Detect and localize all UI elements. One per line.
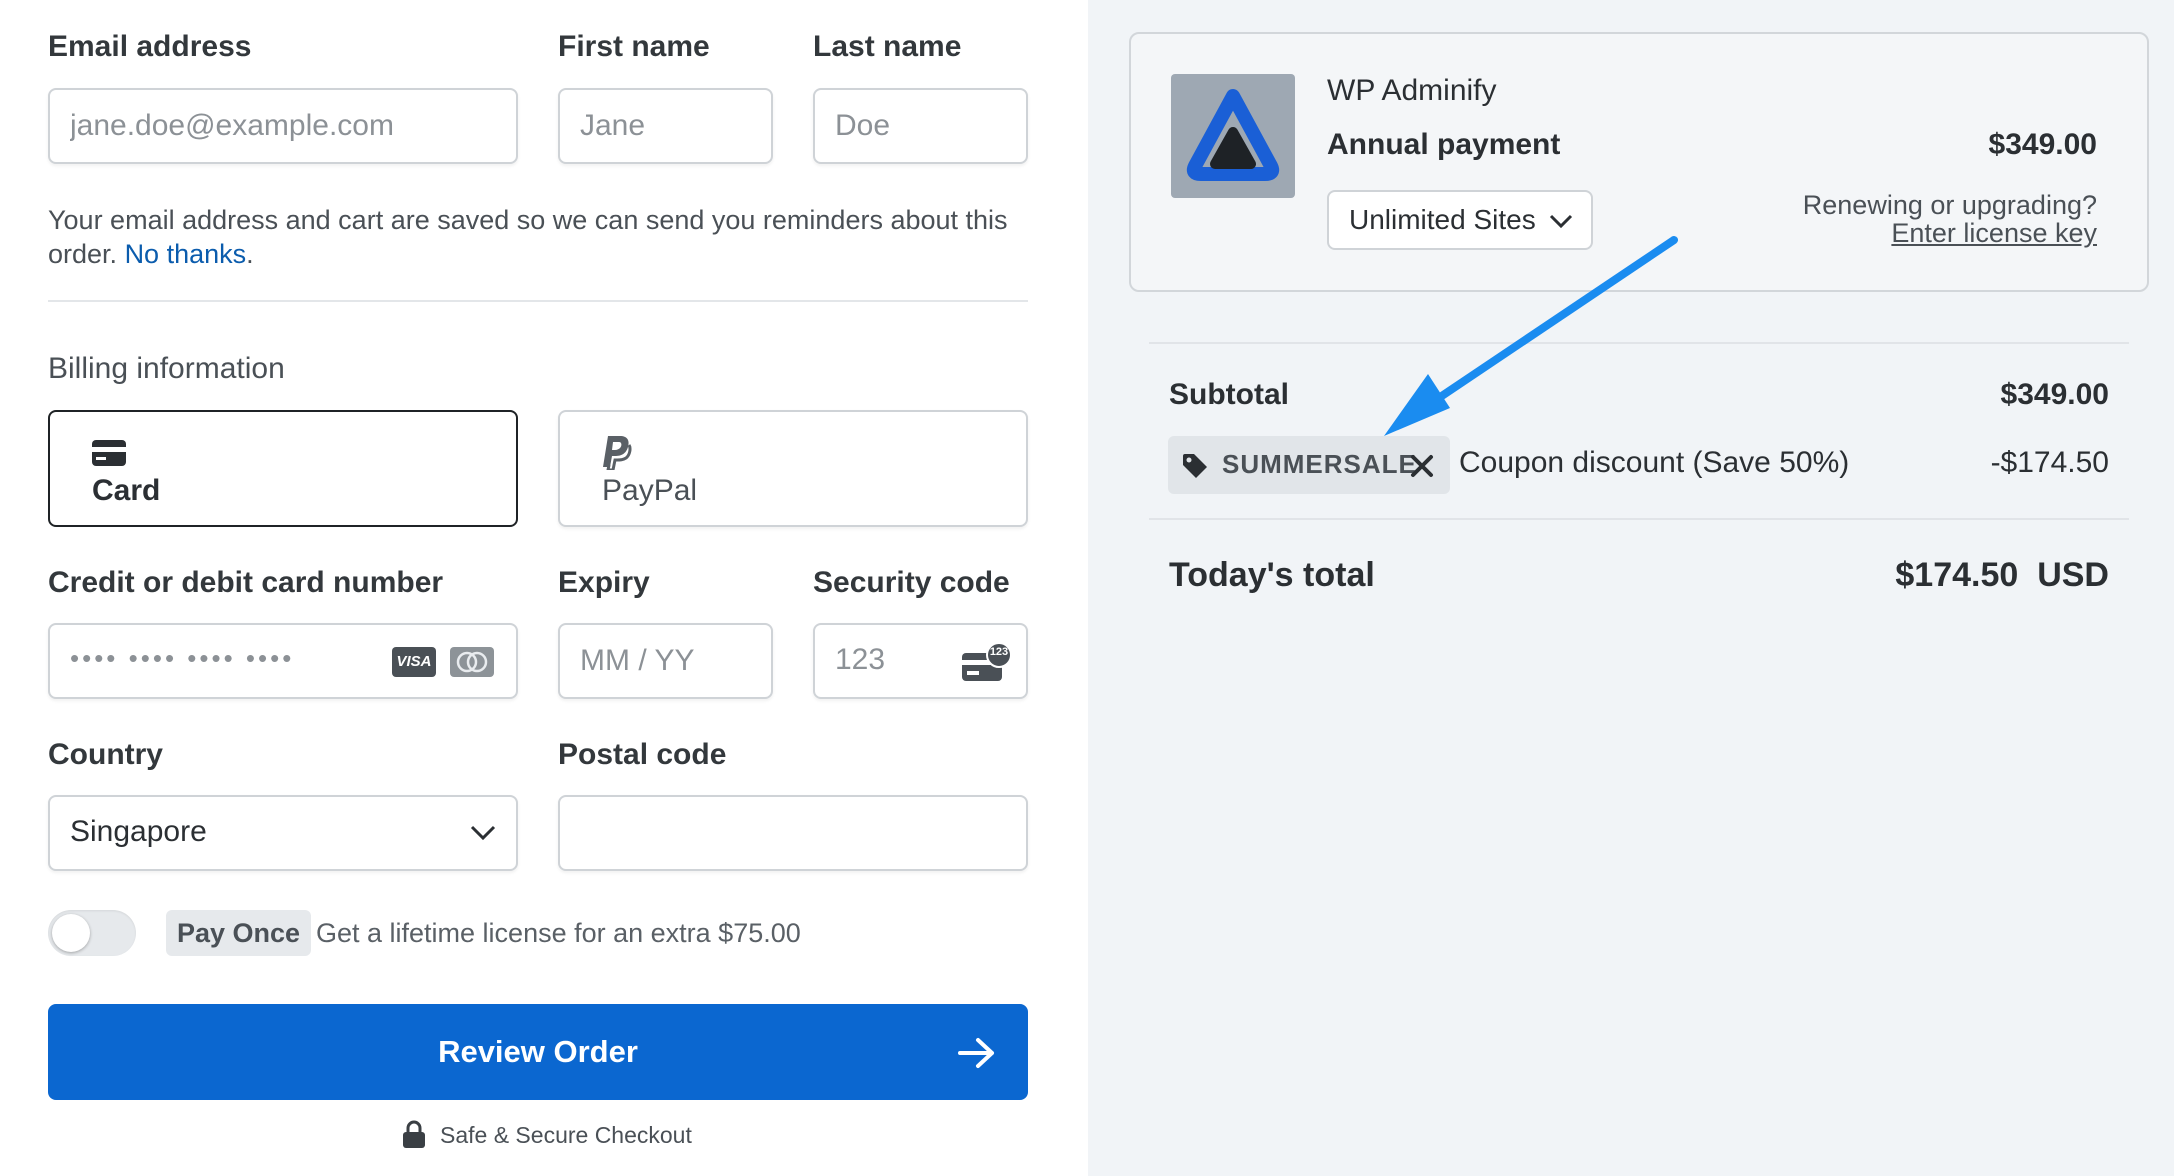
payment-method-card[interactable]: Card (48, 410, 518, 527)
chevron-down-icon (470, 825, 496, 841)
review-order-label: Review Order (438, 1034, 638, 1069)
email-notice-end: . (246, 239, 254, 269)
divider (48, 300, 1028, 302)
pay-once-text: Get a lifetime license for an extra $75.… (316, 918, 801, 948)
email-input[interactable] (48, 88, 518, 164)
security-code-label: Security code (813, 566, 1010, 599)
email-label: Email address (48, 30, 252, 63)
payment-method-paypal[interactable]: PayPal (558, 410, 1028, 527)
credit-card-icon (92, 440, 126, 466)
lock-icon (402, 1120, 426, 1148)
billing-heading: Billing information (48, 352, 285, 385)
card-number-input[interactable]: •••• •••• •••• •••• VISA (48, 623, 518, 699)
mastercard-icon (450, 647, 494, 677)
email-notice-text-2: order. (48, 239, 118, 269)
last-name-input[interactable] (813, 88, 1028, 164)
pay-once-badge: Pay Once (166, 910, 312, 956)
checkout-form-panel: Email address First name Last name Your … (0, 0, 1088, 1176)
security-code-placeholder: 123 (835, 643, 886, 676)
first-name-input[interactable] (558, 88, 773, 164)
postal-code-input[interactable] (558, 795, 1028, 871)
order-summary-panel: WP Adminify Annual payment $349.00 Unlim… (1088, 0, 2174, 1176)
email-notice: Your email address and cart are saved so… (48, 203, 1038, 271)
secure-checkout-text: Safe & Secure Checkout (440, 1122, 692, 1148)
expiry-input[interactable] (558, 623, 773, 699)
cvc-card-icon: 123 (960, 642, 1014, 683)
arrow-right-icon (958, 1037, 996, 1069)
cvc-badge-text: 123 (989, 646, 1009, 658)
payment-method-paypal-label: PayPal (602, 474, 698, 507)
visa-icon-text: VISA (396, 653, 432, 670)
country-select-value: Singapore (70, 815, 207, 848)
card-number-placeholder: •••• •••• •••• •••• (70, 643, 295, 673)
no-thanks-link[interactable]: No thanks (125, 239, 247, 269)
visa-icon: VISA (392, 647, 436, 677)
email-notice-text: Your email address and cart are saved so… (48, 205, 1008, 235)
security-code-input[interactable]: 123 123 (813, 623, 1028, 699)
country-label: Country (48, 738, 163, 771)
postal-code-label: Postal code (558, 738, 727, 771)
payment-method-card-label: Card (92, 474, 161, 507)
card-number-label: Credit or debit card number (48, 566, 444, 599)
pay-once-toggle-knob (52, 914, 90, 952)
expiry-label: Expiry (558, 566, 650, 599)
annotation-arrow-icon (1384, 236, 1678, 436)
pay-once-toggle[interactable] (48, 910, 136, 956)
paypal-icon (602, 436, 632, 472)
first-name-label: First name (558, 30, 710, 63)
country-select[interactable]: Singapore (48, 795, 518, 871)
review-order-button[interactable]: Review Order (48, 1004, 1028, 1100)
last-name-label: Last name (813, 30, 962, 63)
